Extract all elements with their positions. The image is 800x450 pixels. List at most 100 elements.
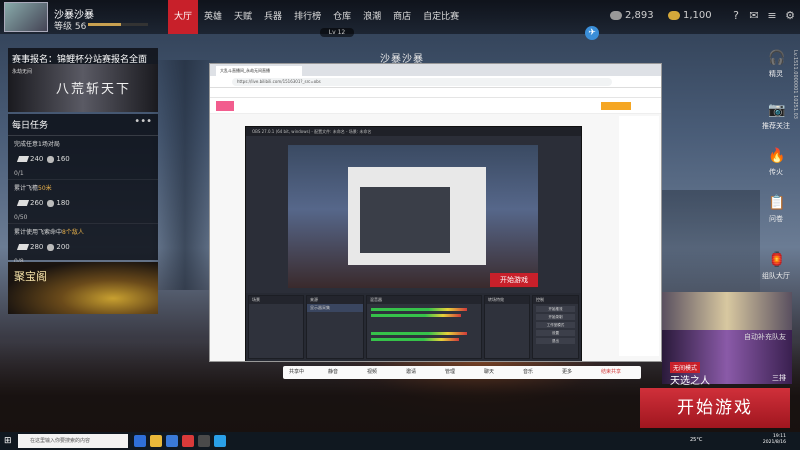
sources-dock-label: 来源	[307, 296, 363, 304]
share-toolbar-item[interactable]: 管理	[445, 368, 455, 375]
side-button-label: 推荐关注	[762, 122, 790, 130]
taskbar-search[interactable]: 在这里输入你要搜索的内容	[18, 434, 128, 448]
controls-dock-label: 控制	[533, 296, 578, 304]
mixer-dock-label: 混音器	[367, 296, 481, 304]
task-progress: 0/1	[14, 170, 24, 177]
audio-meter	[371, 332, 467, 335]
side-button[interactable]: 🏮 组队大厅	[756, 252, 796, 281]
nav-item[interactable]: 英雄	[198, 0, 228, 34]
task-highlight: 8个敌人	[62, 229, 84, 236]
auto-match-label[interactable]: 自动补充队友	[744, 332, 786, 342]
obs-control-button[interactable]: 设置	[536, 330, 575, 336]
camera-icon: 📷	[768, 102, 786, 118]
nav-item[interactable]: 大厅	[168, 0, 199, 34]
share-toolbar-item[interactable]: 视频	[367, 368, 377, 375]
side-button[interactable]: 📋 问卷	[756, 195, 796, 224]
weather-widget[interactable]: 25°C	[690, 437, 702, 443]
task-item[interactable]: 完成任意1场对局 240 160 0/1	[8, 136, 158, 180]
mail-icon[interactable]: ✉	[748, 10, 760, 22]
task-highlight: 50米	[38, 185, 52, 192]
task-progress: 0/50	[14, 214, 28, 221]
obs-icon[interactable]	[198, 435, 210, 447]
mode-name[interactable]: 天选之人	[670, 372, 710, 387]
menu-icon[interactable]: ≡	[766, 10, 778, 22]
task-rewards: 240 160	[14, 155, 154, 163]
share-toolbar-item[interactable]: 共享中	[289, 368, 304, 375]
share-toolbar-item[interactable]: 音乐	[523, 368, 533, 375]
sources-dock: 来源 显示器采集	[306, 295, 364, 359]
task-text: 累计使用飞索命中	[14, 229, 63, 236]
more-icon[interactable]: •••	[134, 116, 152, 127]
nested-capture	[348, 167, 486, 265]
task-item[interactable]: 累计飞檐50米 260 180 0/50	[8, 180, 158, 224]
version-id: Lv.1511.0000001 10251.03	[792, 50, 798, 119]
obs-window[interactable]: OBS 27.0.1 (64 bit, windows) - 配置文件: 未命名…	[245, 126, 582, 361]
gold-amount: 1,100	[683, 10, 712, 21]
file-explorer-icon[interactable]	[150, 435, 162, 447]
coin-icon	[47, 155, 55, 163]
share-toolbar-item[interactable]: 更多	[562, 368, 572, 375]
address-bar[interactable]: https://live.bilibili.com/1516301?_src=o…	[232, 78, 612, 86]
nested-capture-inner	[360, 187, 450, 253]
browser-tab-bar: 大乱斗直播间_永劫无间直播	[210, 64, 661, 76]
reward-coin: 200	[56, 243, 70, 251]
obs-docks: 场景 来源 显示器采集 混音器 转场特效 控制 开始推流开始录制工作室模式设置退…	[246, 293, 581, 361]
audio-meter	[371, 314, 461, 317]
reward-xp: 240	[30, 155, 44, 163]
coin-icon	[47, 199, 55, 207]
game-icon[interactable]	[182, 435, 194, 447]
player-avatar[interactable]	[4, 2, 48, 32]
site-header	[210, 98, 661, 114]
team-icon: 🏮	[768, 252, 786, 268]
share-toolbar-item[interactable]: 邀请	[406, 368, 416, 375]
obs-control-button[interactable]: 开始推流	[536, 306, 575, 312]
level-badge: Lv 12	[320, 28, 354, 37]
chat-app-icon[interactable]	[214, 435, 226, 447]
edge-icon[interactable]	[134, 435, 146, 447]
windows-start-icon[interactable]: ⊞	[4, 436, 14, 446]
task-description: 累计使用飞索命中8个敌人	[14, 227, 154, 236]
start-game-button[interactable]: 开始游戏	[640, 388, 790, 428]
taskbar-clock[interactable]: 19:11 2021/8/16	[763, 434, 786, 446]
nav-item[interactable]: 浪潮	[357, 0, 387, 34]
top-bar: 沙暴沙暴 等级 56 大厅 英雄 天赋 兵器 排行榜 仓库 浪潮 商店 自定比赛 2,893 1…	[0, 0, 800, 34]
source-item[interactable]: 显示器采集	[307, 304, 363, 312]
level-progress-fill	[88, 23, 121, 26]
task-text: 累计飞檐	[14, 185, 39, 192]
share-toolbar-item[interactable]: 聊天	[484, 368, 494, 375]
obs-control-button[interactable]: 开始录制	[536, 314, 575, 320]
share-toolbar-item[interactable]: 结束共享	[601, 368, 621, 375]
nav-item[interactable]: 天赋	[228, 0, 258, 34]
scenes-dock-label: 场景	[249, 296, 303, 304]
reward-xp: 280	[30, 243, 44, 251]
obs-control-button[interactable]: 退出	[536, 338, 575, 344]
event-card[interactable]: 赛事报名：锦鲤杯分站赛报名全面开启 永劫无间 八荒斩天下	[8, 48, 158, 112]
event-logo: 永劫无间	[12, 69, 33, 75]
site-logo[interactable]	[216, 101, 234, 111]
obs-preview: 开始游戏	[288, 145, 538, 288]
nav-item[interactable]: 自定比赛	[417, 0, 465, 34]
treasure-pavilion-card[interactable]: 聚宝阁	[8, 262, 158, 314]
mixer-dock: 混音器	[366, 295, 482, 359]
obs-control-button[interactable]: 工作室模式	[536, 322, 575, 328]
obs-title-bar: OBS 27.0.1 (64 bit, windows) - 配置文件: 未命名…	[246, 127, 581, 136]
transitions-dock: 转场特效	[484, 295, 530, 359]
silver-currency: 2,893	[610, 10, 654, 21]
nav-item[interactable]: 商店	[387, 0, 417, 34]
share-toolbar-item[interactable]: 静音	[328, 368, 338, 375]
bird-icon[interactable]: ✈	[585, 26, 599, 40]
bookmarks-bar	[210, 88, 661, 98]
store-icon[interactable]	[166, 435, 178, 447]
settings-icon[interactable]: ⚙	[784, 10, 796, 22]
side-button-label: 传火	[769, 168, 783, 176]
daily-task-panel: 每日任务 ••• 完成任意1场对局 240 160 0/1 累计飞檐50米 260 180 0…	[8, 114, 158, 268]
side-button[interactable]: 🔥 传火	[756, 148, 796, 177]
fire-icon: 🔥	[768, 148, 786, 164]
team-size[interactable]: 三排	[772, 373, 786, 383]
site-action-button[interactable]	[601, 102, 631, 110]
nav-item[interactable]: 兵器	[258, 0, 288, 34]
help-icon[interactable]: ?	[730, 10, 742, 22]
task-rewards: 280 200	[14, 243, 154, 251]
feather-icon	[16, 200, 30, 206]
browser-tab[interactable]: 大乱斗直播间_永劫无间直播	[216, 66, 302, 76]
